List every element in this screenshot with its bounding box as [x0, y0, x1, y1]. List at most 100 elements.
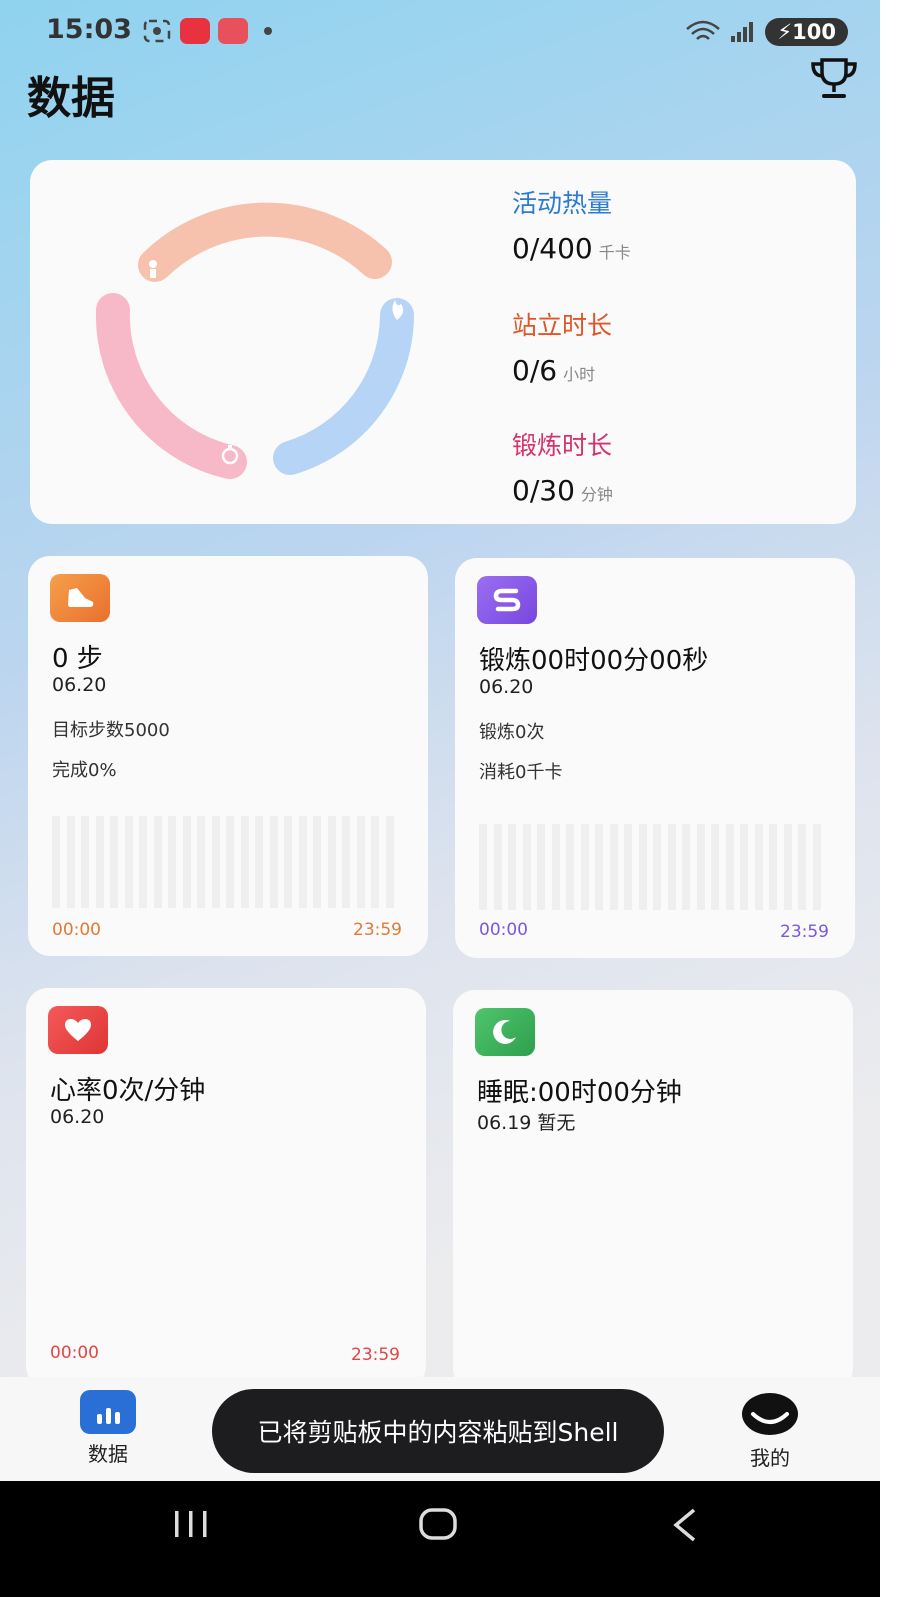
sleep-title: 睡眠:00时00分钟 — [477, 1078, 682, 1108]
hour-bar — [725, 824, 734, 910]
hour-bar — [609, 824, 618, 910]
battery-level: 100 — [792, 20, 836, 44]
hour-bar — [711, 824, 719, 910]
hour-bar — [624, 824, 632, 910]
activity-rings — [95, 202, 414, 479]
exercise-calories: 消耗0千卡 — [479, 762, 563, 783]
hour-bar — [313, 816, 321, 908]
hour-bar — [124, 816, 133, 908]
ring-label-calories: 活动热量 — [512, 189, 613, 218]
screen-edge — [880, 0, 898, 1597]
hour-bar — [580, 824, 589, 910]
steps-card[interactable]: 0 步 06.20 目标步数5000 完成0% 00:00 23:59 — [28, 556, 428, 956]
hour-bar — [566, 824, 574, 910]
hour-bar — [667, 824, 676, 910]
screenshot-icon — [143, 19, 171, 43]
moon-icon — [475, 1008, 535, 1056]
hour-bar — [298, 816, 307, 908]
nav-tab-data[interactable]: 数据 — [78, 1390, 138, 1467]
hour-bar — [240, 816, 249, 908]
hour-bar — [754, 824, 763, 910]
standing-person-icon — [149, 260, 157, 278]
system-nav-bar — [0, 1481, 880, 1597]
hour-bar — [798, 824, 806, 910]
exercise-route-icon — [477, 576, 537, 624]
status-time: 15:03 — [46, 14, 132, 45]
hour-bar — [95, 816, 104, 908]
status-right: ⚡100 — [685, 18, 848, 46]
steps-date: 06.20 — [52, 674, 107, 696]
trophy-button[interactable] — [808, 56, 860, 104]
heart-icon — [48, 1006, 108, 1054]
heart-rate-title: 心率0次/分钟 — [50, 1076, 206, 1106]
exercise-time-end: 23:59 — [780, 922, 829, 942]
hour-bar — [740, 824, 748, 910]
hour-bar — [783, 824, 792, 910]
nav-tab-data-label: 数据 — [88, 1442, 128, 1466]
ring-unit-calories: 千卡 — [598, 243, 631, 262]
hour-bar — [182, 816, 191, 908]
ring-label-standing: 站立时长 — [512, 311, 613, 340]
exercise-ring — [95, 293, 247, 479]
hour-bar — [493, 824, 502, 910]
steps-title: 0 步 — [52, 644, 103, 674]
ring-value-standing: 0/6 — [512, 354, 558, 387]
back-icon[interactable] — [670, 1507, 700, 1543]
hour-bar — [653, 824, 661, 910]
hour-bar — [342, 816, 350, 908]
hour-bar — [110, 816, 118, 908]
hour-bar — [595, 824, 603, 910]
hour-bar — [638, 824, 647, 910]
battery-indicator: ⚡100 — [765, 18, 848, 46]
ring-unit-standing: 小时 — [563, 365, 596, 384]
heart-rate-card[interactable]: 心率0次/分钟 06.20 00:00 23:59 — [26, 988, 426, 1388]
home-icon[interactable] — [418, 1507, 458, 1541]
hour-bar — [327, 816, 336, 908]
recent-apps-icon[interactable] — [172, 1509, 210, 1539]
heart-rate-date: 06.20 — [50, 1106, 105, 1128]
hour-bar — [66, 816, 75, 908]
hour-bar — [551, 824, 560, 910]
notification-dot-icon — [264, 27, 272, 35]
activity-ring-card[interactable]: 活动热量 0/400 千卡 站立时长 0/6 小时 锻炼时长 0/30 分钟 — [30, 160, 856, 524]
steps-hourly-bars — [52, 816, 400, 908]
profile-smile-icon — [742, 1393, 798, 1435]
hour-bar — [153, 816, 162, 908]
exercise-card[interactable]: 锻炼00时00分00秒 06.20 锻炼0次 消耗0千卡 00:00 23:59 — [455, 558, 855, 958]
sleep-card[interactable]: 睡眠:00时00分钟 06.19 暂无 — [453, 990, 853, 1390]
ring-value-exercise: 0/30 — [512, 474, 575, 507]
status-icons — [142, 18, 272, 44]
hour-bar — [371, 816, 379, 908]
steps-goal: 目标步数5000 — [52, 720, 170, 741]
heart-time-end: 23:59 — [351, 1345, 400, 1365]
wifi-icon — [686, 20, 721, 40]
steps-time-end: 23:59 — [353, 920, 402, 940]
hour-bar — [139, 816, 147, 908]
ring-label-exercise: 锻炼时长 — [512, 431, 613, 460]
hour-bar — [769, 824, 777, 910]
signal-icon — [731, 22, 754, 42]
hour-bar — [168, 816, 176, 908]
shoe-icon — [50, 574, 110, 622]
heart-time-start: 00:00 — [50, 1343, 99, 1363]
nav-tab-mine[interactable]: 我的 — [740, 1392, 800, 1471]
standing-ring — [138, 202, 392, 282]
hour-bar — [508, 824, 516, 910]
exercise-hourly-bars — [479, 824, 827, 910]
exercise-count: 锻炼0次 — [479, 722, 545, 743]
hour-bar — [537, 824, 545, 910]
hour-bar — [255, 816, 263, 908]
clipboard-toast: 已将剪贴板中的内容粘贴到Shell — [212, 1389, 664, 1473]
ring-legend-standing: 站立时长 0/6 小时 — [512, 306, 612, 387]
page-title: 数据 — [27, 73, 115, 124]
hour-bar — [522, 824, 531, 910]
ring-value-calories: 0/400 — [512, 232, 593, 265]
trophy-icon — [811, 58, 857, 98]
hour-bar — [269, 816, 278, 908]
steps-completion: 完成0% — [52, 760, 117, 781]
exercise-time-start: 00:00 — [479, 920, 528, 940]
calorie-ring — [273, 298, 414, 475]
ring-legend-exercise: 锻炼时长 0/30 分钟 — [512, 426, 613, 507]
hour-bar — [696, 824, 705, 910]
hour-bar — [479, 824, 487, 910]
